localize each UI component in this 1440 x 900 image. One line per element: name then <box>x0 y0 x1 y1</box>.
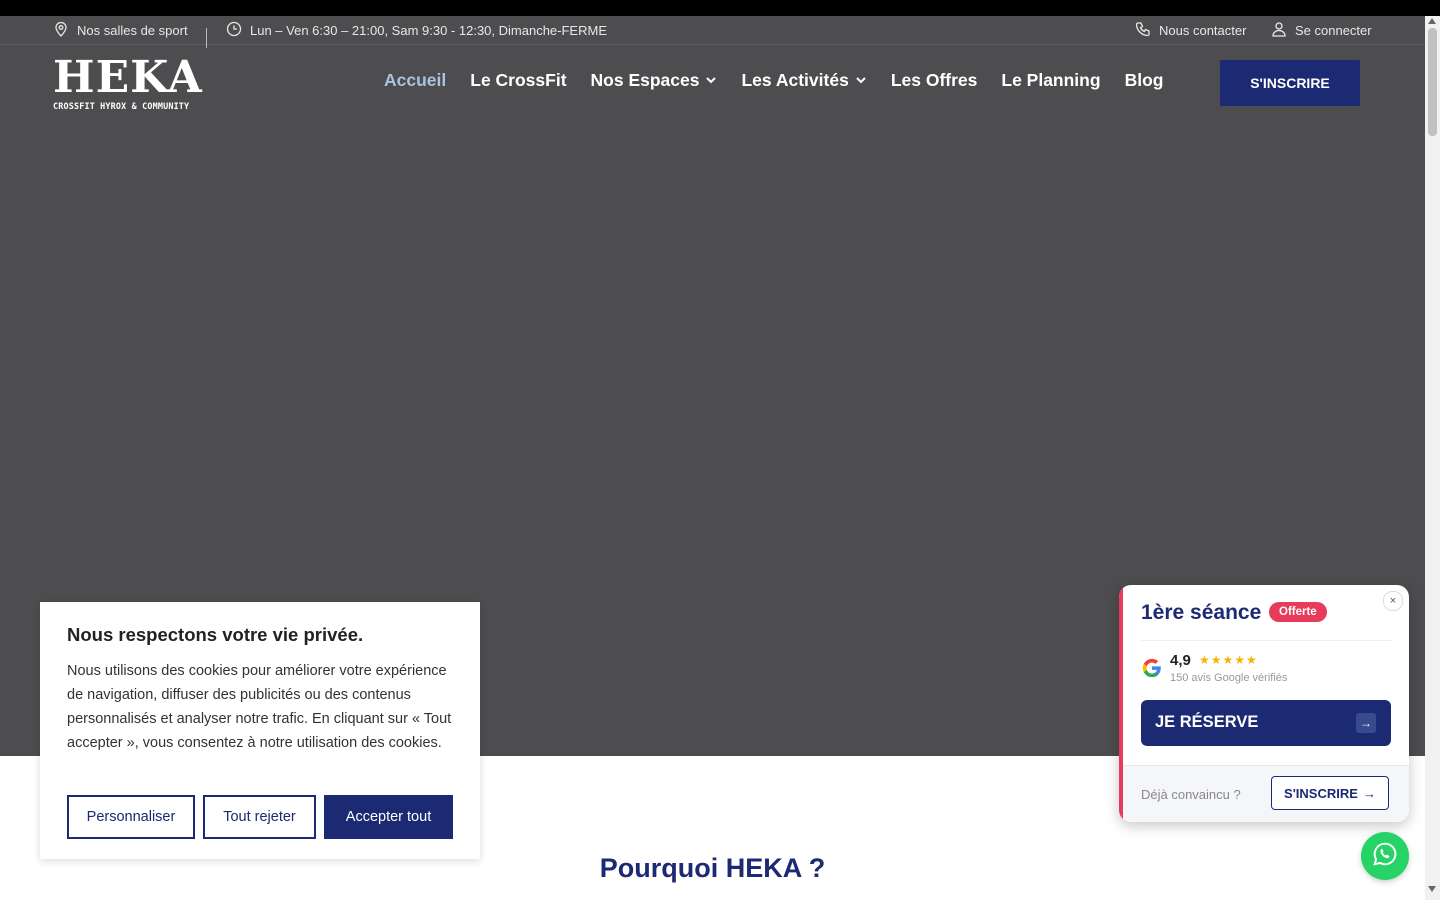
logo-tagline: CROSSFIT HYROX & COMMUNITY <box>53 101 190 111</box>
locations-link[interactable]: Nos salles de sport <box>53 16 188 44</box>
reject-all-button[interactable]: Tout rejeter <box>203 795 316 839</box>
cookie-text: Nous utilisons des cookies pour améliore… <box>67 663 452 751</box>
topbar-divider <box>206 28 207 48</box>
promo-signup-button[interactable]: S'INSCRIRE → <box>1271 776 1389 810</box>
arrow-right-icon: → <box>1362 785 1376 801</box>
scroll-up-arrow-icon[interactable] <box>1428 18 1436 24</box>
whatsapp-icon <box>1372 841 1398 872</box>
nav-item-blog[interactable]: Blog <box>1125 70 1164 91</box>
google-icon <box>1141 657 1163 679</box>
map-pin-icon <box>53 21 69 40</box>
scrollbar[interactable] <box>1425 16 1440 900</box>
trial-promo-widget: 1ère séance Offerte × 4,9 ★★★★★ 150 avis… <box>1119 585 1409 822</box>
scroll-down-arrow-icon[interactable] <box>1428 886 1436 892</box>
main-nav: Accueil Le CrossFit Nos Espaces Les Acti… <box>384 70 1163 91</box>
reviews-count: 150 avis Google vérifiés <box>1170 672 1288 684</box>
rating-stars: ★★★★★ <box>1199 653 1258 667</box>
promo-signup-label: S'INSCRIRE <box>1284 785 1358 801</box>
scrollbar-thumb[interactable] <box>1428 28 1437 136</box>
contact-link[interactable]: Nous contacter <box>1135 16 1246 44</box>
close-icon[interactable]: × <box>1383 591 1403 611</box>
browser-top-strip <box>0 0 1440 16</box>
logo-wordmark: HEKA <box>53 52 203 103</box>
opening-hours: Lun – Ven 6:30 – 21:00, Sam 9:30 - 12:30… <box>226 16 607 44</box>
nav-item-planning[interactable]: Le Planning <box>1001 70 1100 91</box>
phone-icon <box>1135 21 1151 40</box>
promo-footer: Déjà convaincu ? S'INSCRIRE → <box>1123 765 1409 822</box>
cookie-title: Nous respectons votre vie privée. <box>67 624 364 645</box>
nav-item-crossfit[interactable]: Le CrossFit <box>470 70 566 91</box>
already-convinced-label: Déjà convaincu ? <box>1141 787 1241 802</box>
promo-divider <box>1141 640 1391 641</box>
customize-button[interactable]: Personnaliser <box>67 795 195 839</box>
reserve-button[interactable]: JE RÉSERVE → <box>1141 700 1391 746</box>
login-link[interactable]: Se connecter <box>1271 16 1372 44</box>
promo-title: 1ère séance <box>1141 601 1262 624</box>
user-icon <box>1271 21 1287 40</box>
nav-item-offres[interactable]: Les Offres <box>891 70 978 91</box>
heka-logo[interactable]: HEKA CROSSFIT HYROX & COMMUNITY <box>53 52 203 112</box>
chevron-down-icon <box>855 70 867 91</box>
accept-all-button[interactable]: Accepter tout <box>324 795 453 839</box>
nav-item-nos-espaces[interactable]: Nos Espaces <box>591 70 718 91</box>
google-rating: 4,9 <box>1170 652 1191 669</box>
cookie-banner: Nous respectons votre vie privée. Nous u… <box>40 602 480 859</box>
reserve-label: JE RÉSERVE <box>1155 713 1259 731</box>
hours-label: Lun – Ven 6:30 – 21:00, Sam 9:30 - 12:30… <box>250 22 607 38</box>
whatsapp-button[interactable] <box>1361 832 1409 880</box>
contact-label: Nous contacter <box>1159 22 1247 38</box>
chevron-down-icon <box>705 70 717 91</box>
top-info-bar: Nos salles de sport Lun – Ven 6:30 – 21:… <box>0 16 1425 48</box>
nav-item-activites[interactable]: Les Activités <box>741 70 866 91</box>
signup-button[interactable]: S'INSCRIRE <box>1220 60 1360 106</box>
nav-item-accueil[interactable]: Accueil <box>384 70 446 91</box>
clock-icon <box>226 21 242 40</box>
free-badge: Offerte <box>1269 602 1327 622</box>
locations-label: Nos salles de sport <box>77 22 188 38</box>
login-label: Se connecter <box>1295 22 1372 38</box>
arrow-right-icon: → <box>1356 713 1376 733</box>
